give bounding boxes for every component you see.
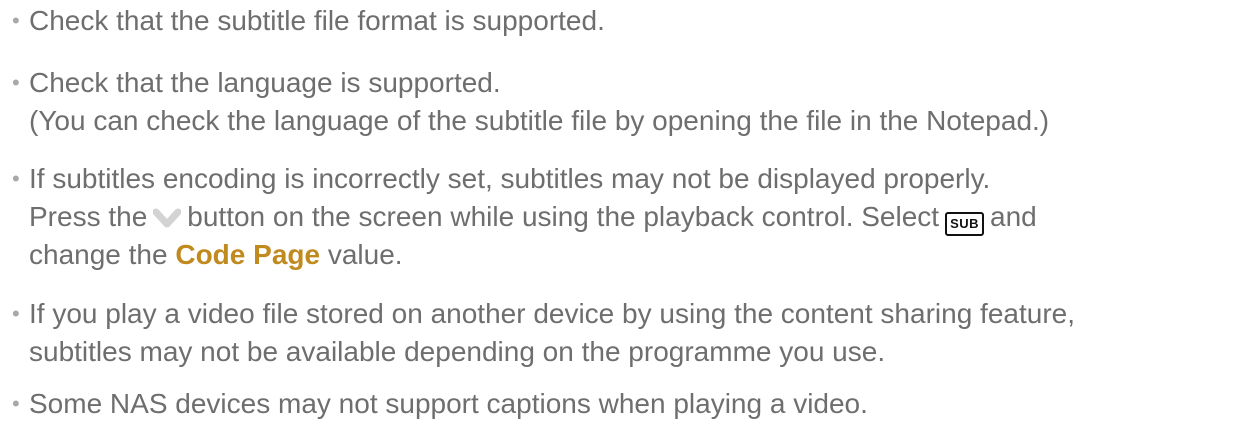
value-text: value. <box>327 239 403 270</box>
list-item-text: If subtitles encoding is incorrectly set… <box>29 160 1249 274</box>
item-line: subtitles may not be available depending… <box>29 336 886 367</box>
sub-icon: SUB <box>945 212 985 236</box>
bullet: • <box>12 70 20 95</box>
list-item-text: Check that the language is supported. (Y… <box>29 64 1249 140</box>
list-item: • Check that the language is supported. … <box>0 64 1252 144</box>
item-line: Check that the language is supported. <box>29 67 501 98</box>
bullet: • <box>12 301 20 326</box>
list-item: • If subtitles encoding is incorrectly s… <box>0 160 1252 278</box>
chevron-down-icon <box>153 208 182 228</box>
list-item: • Some NAS devices may not support capti… <box>0 385 1252 425</box>
item-line: (You can check the language of the subti… <box>29 105 1050 136</box>
code-page-label: Code Page <box>175 239 321 270</box>
item-line: change the Code Page value. <box>29 236 1249 274</box>
item-line: If subtitles encoding is incorrectly set… <box>29 163 991 194</box>
press-text: Press the <box>29 201 148 232</box>
item-line: Some NAS devices may not support caption… <box>29 388 868 419</box>
bullet: • <box>12 391 20 416</box>
item-line: If you play a video file stored on anoth… <box>29 298 1075 329</box>
and-text: and <box>990 201 1037 232</box>
list-item-text: If you play a video file stored on anoth… <box>29 295 1249 371</box>
item-line: Check that the subtitle file format is s… <box>29 5 605 36</box>
item-line: Press the button on the screen while usin… <box>29 198 1249 236</box>
list-item: • Check that the subtitle file format is… <box>0 2 1252 42</box>
bullet: • <box>12 8 20 33</box>
bullet: • <box>12 166 20 191</box>
list-item: • If you play a video file stored on ano… <box>0 295 1252 375</box>
instruction-text: button on the screen while using the pla… <box>187 201 940 232</box>
list-item-text: Check that the subtitle file format is s… <box>29 2 1249 40</box>
change-text: change the <box>29 239 168 270</box>
list-item-text: Some NAS devices may not support caption… <box>29 385 1249 423</box>
